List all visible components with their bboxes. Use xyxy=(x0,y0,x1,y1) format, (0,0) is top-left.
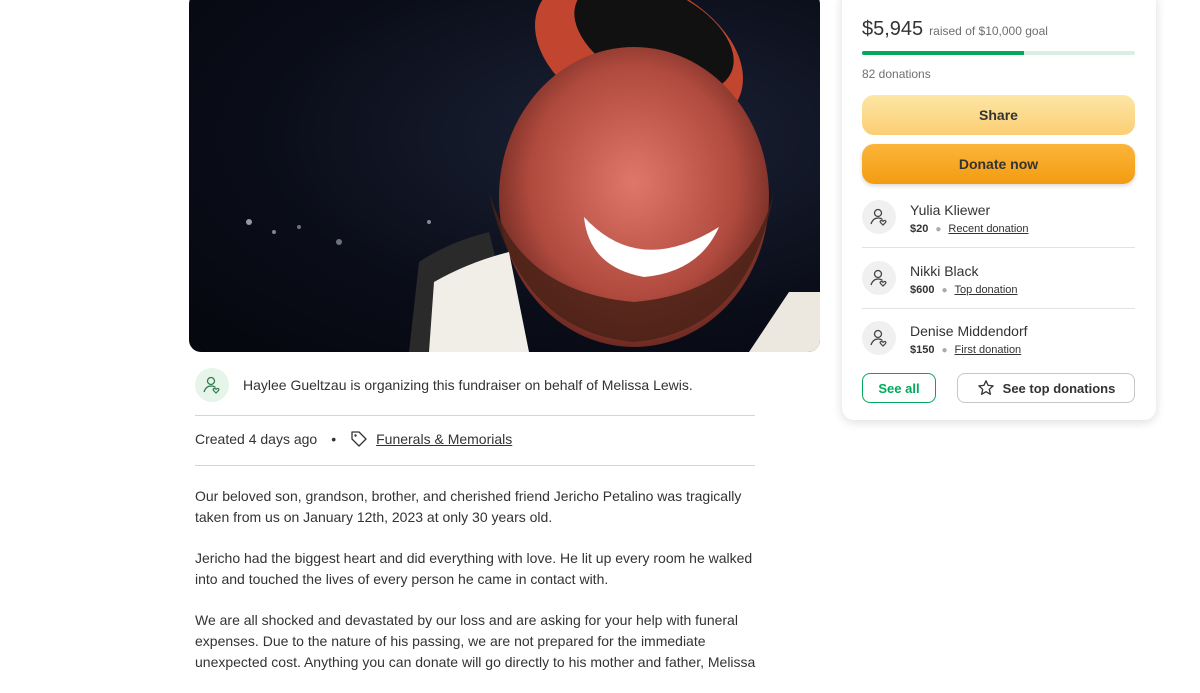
separator-dot: ● xyxy=(941,344,948,356)
category-link[interactable]: Funerals & Memorials xyxy=(376,431,512,447)
donations-count: 82 donations xyxy=(862,67,931,81)
fundraiser-photo xyxy=(189,0,820,352)
created-date: Created 4 days ago xyxy=(195,431,318,447)
divider xyxy=(195,465,755,466)
goal-text: raised of $10,000 goal xyxy=(929,24,1048,38)
donor-avatar xyxy=(862,321,896,355)
divider xyxy=(195,415,755,416)
progress-fill xyxy=(862,51,1025,55)
donor-amount: $600 xyxy=(910,284,935,296)
donor-tag-link[interactable]: First donation xyxy=(955,344,1022,356)
donor-item: Denise Middendorf $150 ● First donation xyxy=(862,321,1135,381)
story-paragraph: Jericho had the biggest heart and did ev… xyxy=(195,550,753,587)
donor-item: Yulia Kliewer $20 ● Recent donation xyxy=(862,200,1135,260)
story-paragraph: Our beloved son, grandson, brother, and … xyxy=(195,488,742,525)
raised-amount: $5,945 xyxy=(862,18,924,40)
fundraiser-story: Our beloved son, grandson, brother, and … xyxy=(195,486,765,693)
user-heart-icon xyxy=(203,376,220,394)
amount-row: $5,945 raised of $10,000 goal xyxy=(862,18,1048,41)
star-icon xyxy=(977,380,994,395)
donor-amount: $20 xyxy=(910,223,929,235)
donor-name: Nikki Black xyxy=(910,263,979,279)
donor-details: $150 ● First donation xyxy=(910,344,1021,356)
see-top-donations-button[interactable]: See top donations xyxy=(957,373,1135,403)
donate-now-button[interactable]: Donate now xyxy=(862,144,1135,184)
donor-avatar xyxy=(862,261,896,295)
share-button[interactable]: Share xyxy=(862,95,1135,135)
separator-dot: ● xyxy=(941,284,948,296)
donor-divider xyxy=(862,308,1135,309)
donor-tag-link[interactable]: Recent donation xyxy=(948,223,1028,235)
organizer-text: Haylee Gueltzau is organizing this fundr… xyxy=(243,377,693,393)
see-top-donations-label: See top donations xyxy=(1002,380,1116,396)
donor-details: $600 ● Top donation xyxy=(910,284,1018,296)
donor-details: $20 ● Recent donation xyxy=(910,223,1029,235)
meta-row: Created 4 days ago • Funerals & Memorial… xyxy=(195,430,512,448)
user-heart-icon xyxy=(870,208,887,226)
donor-item: Nikki Black $600 ● Top donation xyxy=(862,261,1135,321)
progress-bar xyxy=(862,51,1135,55)
donor-divider xyxy=(862,247,1135,248)
donation-card: $5,945 raised of $10,000 goal 82 donatio… xyxy=(842,0,1156,420)
donor-tag-link[interactable]: Top donation xyxy=(955,284,1018,296)
meta-separator: • xyxy=(331,431,337,447)
separator-dot: ● xyxy=(935,223,942,235)
story-paragraph: We are all shocked and devastated by our… xyxy=(195,612,756,670)
user-heart-icon xyxy=(870,329,887,347)
organizer-row: Haylee Gueltzau is organizing this fundr… xyxy=(195,366,755,404)
see-all-button[interactable]: See all xyxy=(862,373,936,403)
donor-avatar xyxy=(862,200,896,234)
donor-name: Denise Middendorf xyxy=(910,323,1028,339)
donor-amount: $150 xyxy=(910,344,935,356)
tag-icon xyxy=(351,431,367,447)
donor-name: Yulia Kliewer xyxy=(910,202,991,218)
user-heart-icon xyxy=(870,269,887,287)
organizer-avatar xyxy=(195,368,229,402)
